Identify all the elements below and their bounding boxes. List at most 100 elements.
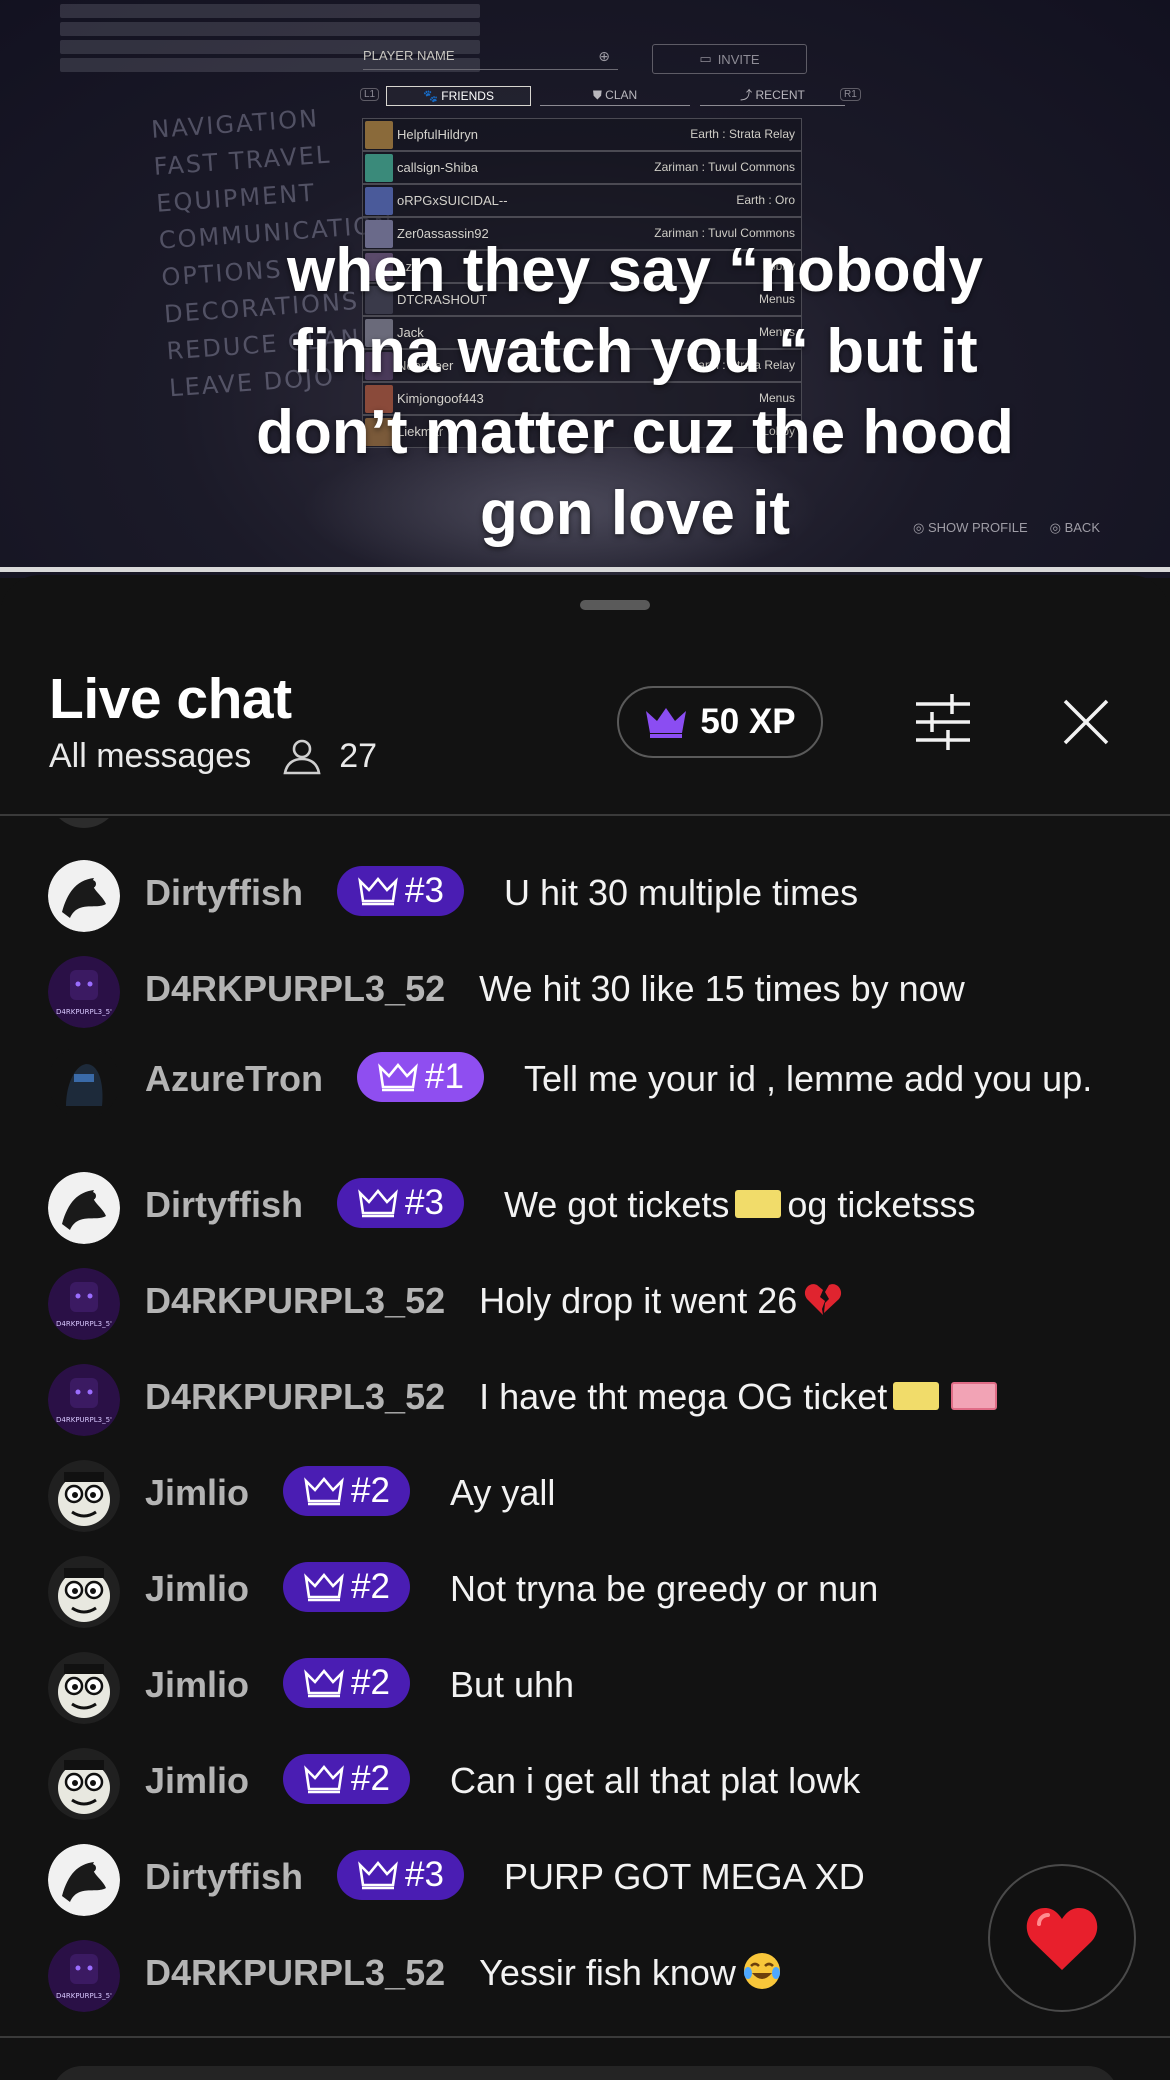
message-line: D4RKPURPL3_52 Yessir fish know [145, 1950, 1135, 1996]
avatar [48, 1046, 120, 1118]
friend-status: Earth : Oro [736, 193, 795, 207]
crown-icon [304, 1573, 344, 1602]
crown-icon [646, 708, 687, 738]
message-line: D4RKPURPL3_52 We hit 30 like 15 times by … [145, 966, 1135, 1012]
viewer-icon [281, 739, 323, 775]
message-line: Jimlio #2 Ay yall [145, 1466, 1135, 1520]
player-name-label: PLAYER NAME [363, 48, 455, 63]
tab-friends: 🐾 FRIENDS [386, 86, 531, 106]
xp-button[interactable]: 50 XP [617, 686, 823, 758]
chat-input[interactable] [52, 2066, 1118, 2080]
message-text: Can i get all that plat lowk [449, 1760, 861, 1801]
message-text: Tell me your id , lemme add you up. [523, 1058, 1093, 1099]
sliders-icon [916, 694, 970, 750]
crown-icon [304, 1477, 344, 1506]
viewer-count: 27 [339, 737, 378, 775]
friend-avatar [365, 186, 393, 215]
username[interactable]: D4RKPURPL3_52 [145, 1952, 445, 1993]
message-line: Jimlio #2 Not tryna be greedy or nun [145, 1562, 1135, 1616]
message-text: Ay yall [449, 1472, 556, 1513]
shield-icon: ⛊ [592, 88, 606, 102]
username[interactable]: Jimlio [145, 1568, 249, 1609]
avatar [48, 1844, 120, 1916]
message-line: Jimlio #2 But uhh [145, 1658, 1135, 1712]
rank-badge: #2 [283, 1658, 410, 1709]
tab-recent: ⤴ RECENT [700, 86, 845, 106]
rank-badge: #3 [337, 866, 464, 917]
tears-of-joy-icon [742, 1951, 782, 1991]
badge-rank: #3 [405, 1855, 444, 1895]
tab-label: RECENT [755, 88, 805, 102]
back-hint: ◎ BACK [1049, 520, 1100, 535]
message-text: But uhh [449, 1664, 575, 1705]
tab-clan: ⛊ CLAN [540, 86, 690, 106]
crown-icon [358, 1861, 398, 1890]
message-text: I have tht mega OG ticket [479, 1376, 888, 1417]
close-button[interactable] [1062, 698, 1110, 746]
avatar [48, 1556, 120, 1628]
rank-badge: #3 [337, 1178, 464, 1229]
rank-badge: #2 [283, 1466, 410, 1517]
rank-badge: #3 [337, 1850, 464, 1901]
username[interactable]: Jimlio [145, 1664, 249, 1705]
message-text: PURP GOT MEGA XD [503, 1856, 865, 1897]
chat-title: Live chat [49, 667, 292, 731]
avatar [48, 860, 120, 932]
badge-rank: #2 [351, 1759, 390, 1799]
admission-ticket-emoji [951, 1382, 998, 1411]
svg-text:D4RKPURPL3_5': D4RKPURPL3_5' [56, 1416, 112, 1424]
badge-rank: #3 [405, 1183, 444, 1223]
avatar: D4RKPURPL3_5' [48, 1364, 120, 1436]
username[interactable]: Dirtyffish [145, 1856, 303, 1897]
heart-icon [1026, 1908, 1098, 1970]
header-divider [0, 814, 1170, 816]
message-text: We got tickets [503, 1184, 730, 1225]
player-name-field: PLAYER NAME ⊕ [363, 48, 618, 70]
chat-message-list[interactable]: Dirtyffish #3 U hit 30 multiple times D4RK… [0, 818, 1170, 2036]
badge-rank: #1 [425, 1057, 464, 1097]
username[interactable]: Jimlio [145, 1472, 249, 1513]
message-text: Yessir fish know [479, 1952, 736, 1993]
message-text: Not tryna be greedy or nun [449, 1568, 879, 1609]
avatar [48, 1460, 120, 1532]
avatar: D4RKPURPL3_5' [48, 1940, 120, 2012]
username[interactable]: AzureTron [145, 1058, 323, 1099]
hint-label: BACK [1064, 520, 1100, 535]
recent-icon: ⤴ [740, 88, 756, 102]
friend-name: callsign-Shiba [397, 160, 478, 175]
username[interactable]: D4RKPURPL3_52 [145, 968, 445, 1009]
username[interactable]: Jimlio [145, 1760, 249, 1801]
tab-label: CLAN [605, 88, 638, 102]
friend-status: Earth : Strata Relay [690, 127, 795, 141]
ticket-emoji [893, 1382, 940, 1411]
crown-icon [358, 1189, 398, 1218]
invite-label: INVITE [717, 51, 760, 67]
video-bottom-edge [0, 567, 1170, 572]
like-button[interactable] [988, 1864, 1136, 2012]
username[interactable]: Dirtyffish [145, 872, 303, 913]
avatar [48, 818, 120, 828]
svg-text:D4RKPURPL3_5': D4RKPURPL3_5' [56, 1008, 112, 1016]
paw-icon: 🐾 [423, 89, 442, 103]
username[interactable]: Dirtyffish [145, 1184, 303, 1225]
settings-sliders-button[interactable] [912, 692, 974, 752]
avatar [48, 1172, 120, 1244]
avatar [48, 1652, 120, 1724]
badge-rank: #3 [405, 871, 444, 911]
friend-row: HelpfulHildryn Earth : Strata Relay [362, 118, 802, 151]
friend-status: Zariman : Tuvul Commons [654, 160, 795, 174]
username[interactable]: D4RKPURPL3_52 [145, 1280, 445, 1321]
crown-icon [378, 1063, 418, 1092]
message-filter[interactable]: All messages [49, 737, 251, 776]
badge-rank: #2 [351, 1471, 390, 1511]
sheet-grabber[interactable] [580, 600, 650, 610]
friend-name: HelpfulHildryn [397, 127, 478, 142]
avatar: D4RKPURPL3_5' [48, 956, 120, 1028]
rank-badge: #1 [357, 1052, 484, 1103]
username[interactable]: D4RKPURPL3_52 [145, 1376, 445, 1417]
tab-label: FRIENDS [441, 89, 494, 103]
message-line: D4RKPURPL3_52 I have tht mega OG ticket [145, 1374, 1135, 1420]
message-text: Holy drop it went 26 [479, 1280, 798, 1321]
crown-icon [358, 877, 398, 906]
r1-key: R1 [840, 88, 861, 101]
